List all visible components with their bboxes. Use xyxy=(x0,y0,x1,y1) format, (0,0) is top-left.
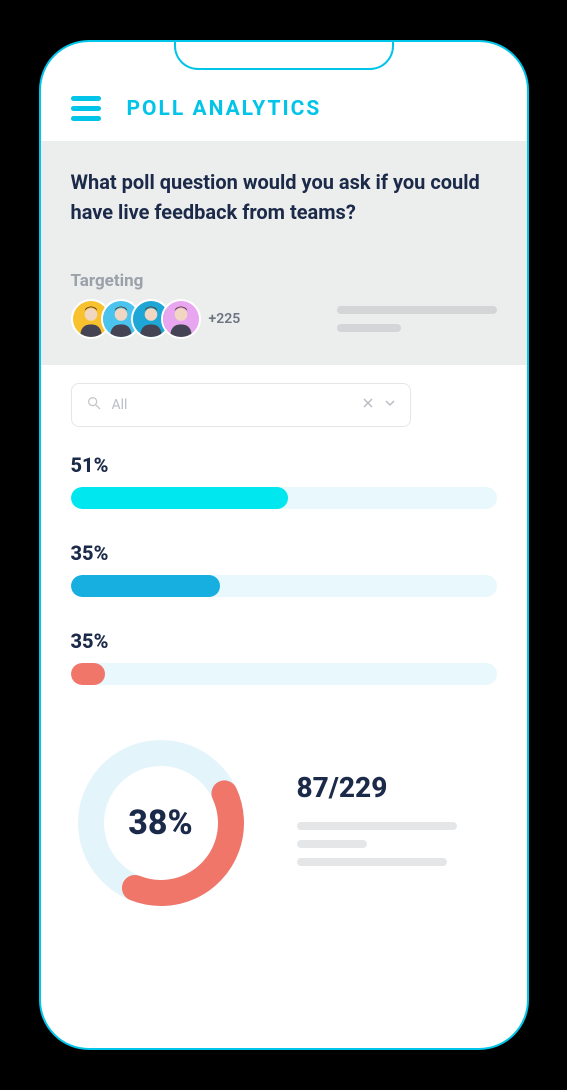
result-percent: 35% xyxy=(71,541,497,565)
bar-fill xyxy=(71,575,220,597)
completion-stats: 38% 87/229 xyxy=(41,733,527,913)
completion-ratio: 87/229 xyxy=(297,771,457,804)
phone-frame: POLL ANALYTICS What poll question would … xyxy=(39,40,529,1050)
poll-question: What poll question would you ask if you … xyxy=(71,167,497,227)
targeting-more-count: +225 xyxy=(209,311,241,327)
result-bar: 35% xyxy=(71,541,497,597)
results-bars: 51% 35% 35% xyxy=(41,427,527,685)
targeting-row: +225 xyxy=(71,299,497,339)
clear-icon[interactable] xyxy=(362,397,374,413)
phone-notch xyxy=(174,40,394,70)
result-percent: 35% xyxy=(71,629,497,653)
bar-track xyxy=(71,487,497,509)
bar-track xyxy=(71,663,497,685)
bar-fill xyxy=(71,487,288,509)
page-title: POLL ANALYTICS xyxy=(127,97,322,121)
targeting-label: Targeting xyxy=(71,271,497,291)
completion-donut: 38% xyxy=(71,733,251,913)
search-icon xyxy=(86,395,102,415)
bar-fill xyxy=(71,663,105,685)
menu-icon[interactable] xyxy=(71,96,101,121)
question-block: What poll question would you ask if you … xyxy=(41,141,527,365)
avatar-stack[interactable] xyxy=(71,299,201,339)
chevron-down-icon[interactable] xyxy=(384,397,396,413)
targeting-placeholder-lines xyxy=(337,306,497,332)
result-bar: 51% xyxy=(71,453,497,509)
screen: POLL ANALYTICS What poll question would … xyxy=(41,72,527,1048)
filter-select[interactable]: All xyxy=(71,383,412,427)
completion-percent: 38% xyxy=(71,733,251,913)
completion-placeholder-lines xyxy=(297,822,457,876)
header: POLL ANALYTICS xyxy=(41,72,527,141)
result-bar: 35% xyxy=(71,629,497,685)
result-percent: 51% xyxy=(71,453,497,477)
filter-value: All xyxy=(112,397,353,413)
bar-track xyxy=(71,575,497,597)
avatar[interactable] xyxy=(161,299,201,339)
